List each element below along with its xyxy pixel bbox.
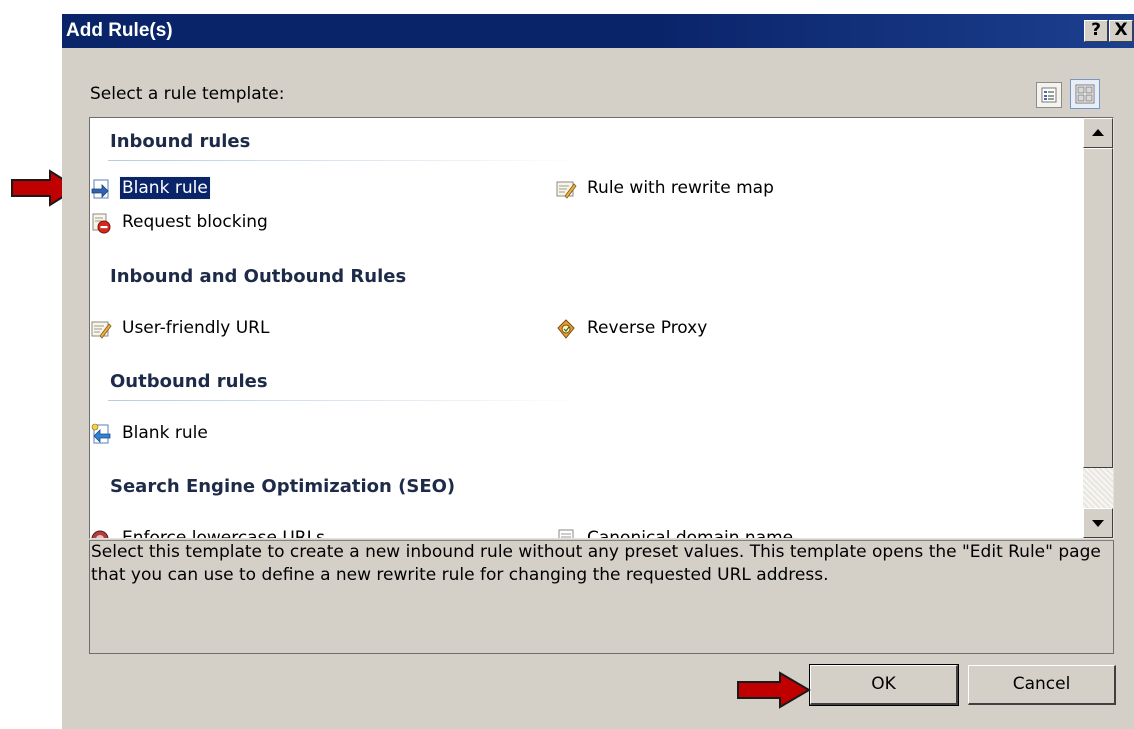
group-header-outbound: Outbound rules (110, 371, 268, 392)
scroll-thumb[interactable] (1083, 148, 1113, 468)
inbound-blank-rule-icon (91, 179, 109, 199)
template-label: Blank rule (119, 176, 211, 200)
reverse-proxy-icon (557, 319, 575, 339)
background-left (0, 0, 62, 729)
list-view-icon (1041, 87, 1057, 103)
template-label: Rule with rewrite map (587, 178, 774, 198)
group-header-inbound: Inbound rules (110, 131, 251, 152)
group-divider (108, 160, 588, 161)
group-divider (108, 400, 588, 401)
lowercase-url-icon (91, 530, 109, 538)
group-header-inbound-outbound: Inbound and Outbound Rules (110, 266, 407, 287)
template-label: User-friendly URL (122, 318, 270, 338)
rule-template-prompt: Select a rule template: (90, 84, 285, 104)
outbound-blank-rule-icon (91, 423, 111, 444)
template-label: Canonical domain name (587, 528, 794, 539)
tile-view-icon (1075, 84, 1095, 104)
title-bar[interactable]: Add Rule(s) ? X (62, 14, 1134, 48)
cancel-button[interactable]: Cancel (968, 665, 1116, 705)
list-scrollbar[interactable] (1083, 118, 1113, 538)
template-label: Request blocking (122, 212, 268, 232)
scroll-down-button[interactable] (1083, 508, 1113, 538)
canonical-domain-icon (558, 529, 574, 538)
list-view-button[interactable] (1036, 82, 1062, 108)
tile-view-button[interactable] (1070, 79, 1100, 109)
template-label: Blank rule (122, 423, 208, 443)
help-button[interactable]: ? (1084, 20, 1108, 42)
background-top (0, 0, 1134, 14)
close-button[interactable]: X (1109, 20, 1133, 42)
template-label: Reverse Proxy (587, 318, 708, 338)
annotation-arrow-ok (737, 671, 811, 709)
rule-template-list[interactable]: Inbound rules Blank rule Rule with rewri… (89, 117, 1114, 539)
scroll-up-button[interactable] (1083, 118, 1113, 148)
arrow-up-icon (1092, 129, 1104, 136)
ok-button[interactable]: OK (809, 664, 959, 706)
add-rules-dialog: Add Rule(s) ? X Select a rule template: … (62, 14, 1134, 729)
group-header-seo: Search Engine Optimization (SEO) (110, 476, 456, 497)
request-blocking-icon (92, 213, 111, 234)
user-friendly-url-icon (91, 321, 112, 339)
template-description: Select this template to create a new inb… (89, 540, 1114, 654)
template-label: Enforce lowercase URLs (122, 528, 325, 539)
arrow-down-icon (1092, 520, 1104, 527)
rewrite-map-icon (556, 181, 577, 199)
dialog-title: Add Rule(s) (66, 20, 173, 41)
